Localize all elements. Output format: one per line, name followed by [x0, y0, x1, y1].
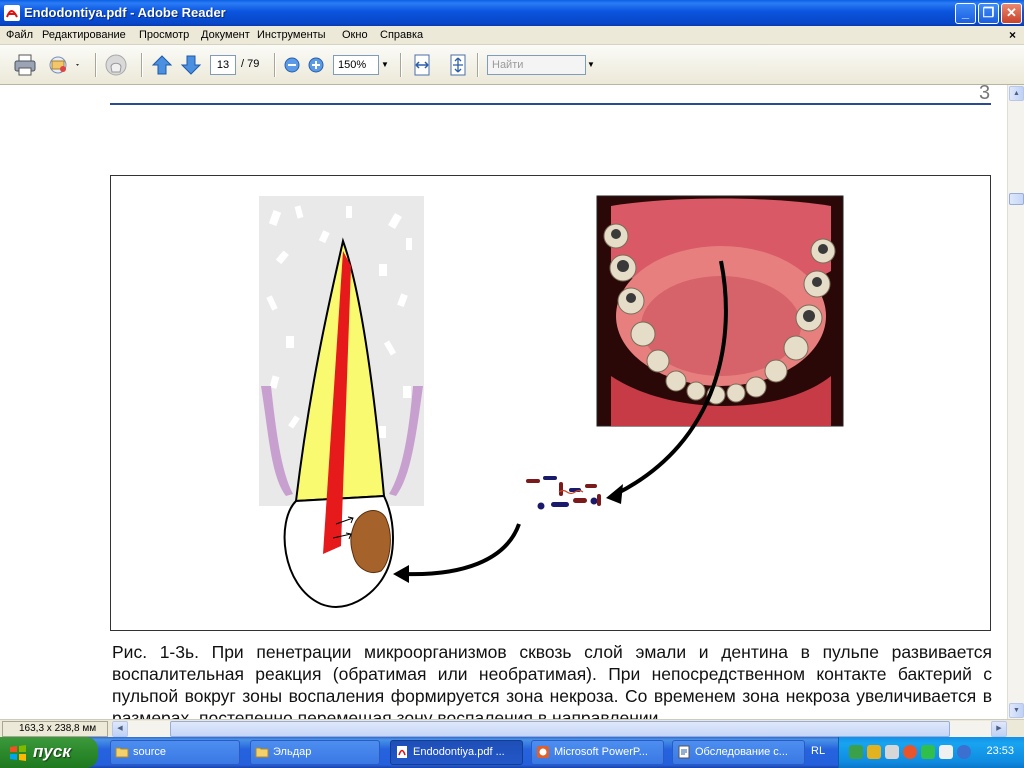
start-button[interactable]: пуск: [0, 737, 98, 768]
page-total: / 79: [241, 58, 260, 70]
find-dropdown-icon[interactable]: ▼: [586, 55, 596, 75]
menu-bar: Файл Редактирование Просмотр Документ Ин…: [0, 26, 1024, 45]
menu-document[interactable]: Документ: [201, 29, 250, 41]
browser-icon[interactable]: [903, 745, 917, 759]
adobe-reader-window: Endodontiya.pdf - Adobe Reader _ ❐ ✕ Фай…: [0, 0, 1024, 768]
minimize-button[interactable]: _: [955, 3, 976, 24]
document-icon: [678, 745, 690, 759]
menu-help[interactable]: Справка: [380, 29, 423, 41]
scroll-up-icon[interactable]: ▲: [1009, 86, 1024, 101]
arrow-bacteria-to-tooth: [402, 523, 521, 577]
zoom-level-input[interactable]: 150%: [333, 55, 379, 75]
system-tray: 23:53: [838, 737, 1024, 768]
hand-tool-icon[interactable]: [103, 52, 129, 78]
taskbar-item-powerpoint[interactable]: Microsoft PowerP...: [531, 740, 664, 765]
language-indicator[interactable]: RL: [811, 745, 825, 757]
horizontal-scrollbar[interactable]: ◀ ▶: [112, 721, 1007, 737]
figure: [110, 175, 991, 631]
battery-icon[interactable]: [921, 745, 935, 759]
security-icon[interactable]: [867, 745, 881, 759]
toolbar-separator: [400, 53, 402, 77]
maximize-button[interactable]: ❐: [978, 3, 999, 24]
scroll-right-icon[interactable]: ▶: [991, 721, 1007, 737]
taskbar-item-eldar[interactable]: Эльдар: [250, 740, 380, 765]
previous-page-icon[interactable]: [149, 52, 175, 78]
window-title: Endodontiya.pdf - Adobe Reader: [24, 5, 226, 20]
toolbar-separator: [141, 53, 143, 77]
toolbar-separator: [274, 53, 276, 77]
printer-icon[interactable]: [12, 52, 38, 78]
clock: 23:53: [986, 745, 1014, 757]
vertical-scroll-thumb[interactable]: [1009, 193, 1024, 205]
menu-file[interactable]: Файл: [6, 29, 33, 41]
antivirus-icon[interactable]: [957, 745, 971, 759]
zoom-out-icon[interactable]: [282, 52, 308, 78]
document-view[interactable]: 3 Рис. 1-3ь. При пенетрации микроорганиз…: [0, 85, 1007, 719]
scroll-down-icon[interactable]: ▼: [1009, 703, 1024, 718]
taskbar-item-obsledovanie[interactable]: Обследование с...: [672, 740, 805, 765]
menu-edit[interactable]: Редактирование: [42, 29, 126, 41]
toolbar: 13 / 79 150% ▼ Найти ▼: [0, 45, 1024, 85]
taskbar-item-source[interactable]: source: [110, 740, 240, 765]
menu-tools[interactable]: Инструменты: [257, 29, 326, 41]
fit-page-icon[interactable]: [445, 52, 471, 78]
find-input[interactable]: Найти: [487, 55, 586, 75]
volume-icon[interactable]: [885, 745, 899, 759]
page-size-readout: 163,3 x 238,8 мм: [2, 721, 108, 737]
figure-caption: Рис. 1-3ь. При пенетрации микроорганизмо…: [112, 642, 992, 719]
vertical-scrollbar[interactable]: ▲ ▼: [1007, 85, 1024, 719]
page-header-rule: [110, 103, 991, 105]
document-close-button[interactable]: ×: [1009, 28, 1016, 42]
email-icon[interactable]: [48, 52, 79, 78]
windows-logo-icon: [10, 745, 26, 761]
taskbar-item-endodontiya[interactable]: Endodontiya.pdf ...: [390, 740, 523, 765]
zoom-in-icon[interactable]: [306, 52, 332, 78]
usb-icon[interactable]: [939, 745, 953, 759]
folder-icon: [255, 747, 269, 758]
menu-window[interactable]: Окно: [342, 29, 368, 41]
toolbar-separator: [477, 53, 479, 77]
bacteria-cluster: [526, 476, 601, 510]
powerpoint-icon: [537, 746, 549, 758]
fit-width-icon[interactable]: [409, 52, 435, 78]
pdf-app-icon: [4, 5, 20, 21]
mouth-photo: [596, 195, 844, 427]
necrosis-zone: [350, 510, 391, 573]
menu-view[interactable]: Просмотр: [139, 29, 189, 41]
page-header-number: 3: [979, 85, 991, 104]
folder-icon: [115, 747, 129, 758]
title-bar[interactable]: Endodontiya.pdf - Adobe Reader _ ❐ ✕: [0, 0, 1024, 26]
status-bar: 163,3 x 238,8 мм ◀ ▶: [0, 719, 1024, 737]
zoom-dropdown-icon[interactable]: ▼: [379, 55, 391, 75]
network-icon[interactable]: [849, 745, 863, 759]
pdf-icon: [397, 746, 407, 758]
toolbar-separator: [95, 53, 97, 77]
page-number-input[interactable]: 13: [210, 55, 236, 75]
start-label: пуск: [33, 742, 71, 761]
scroll-left-icon[interactable]: ◀: [112, 721, 128, 737]
close-button[interactable]: ✕: [1001, 3, 1022, 24]
taskbar: пуск source Эльдар Endodontiya.pdf ... M…: [0, 737, 1024, 768]
next-page-icon[interactable]: [178, 52, 204, 78]
horizontal-scroll-thumb[interactable]: [170, 721, 950, 737]
